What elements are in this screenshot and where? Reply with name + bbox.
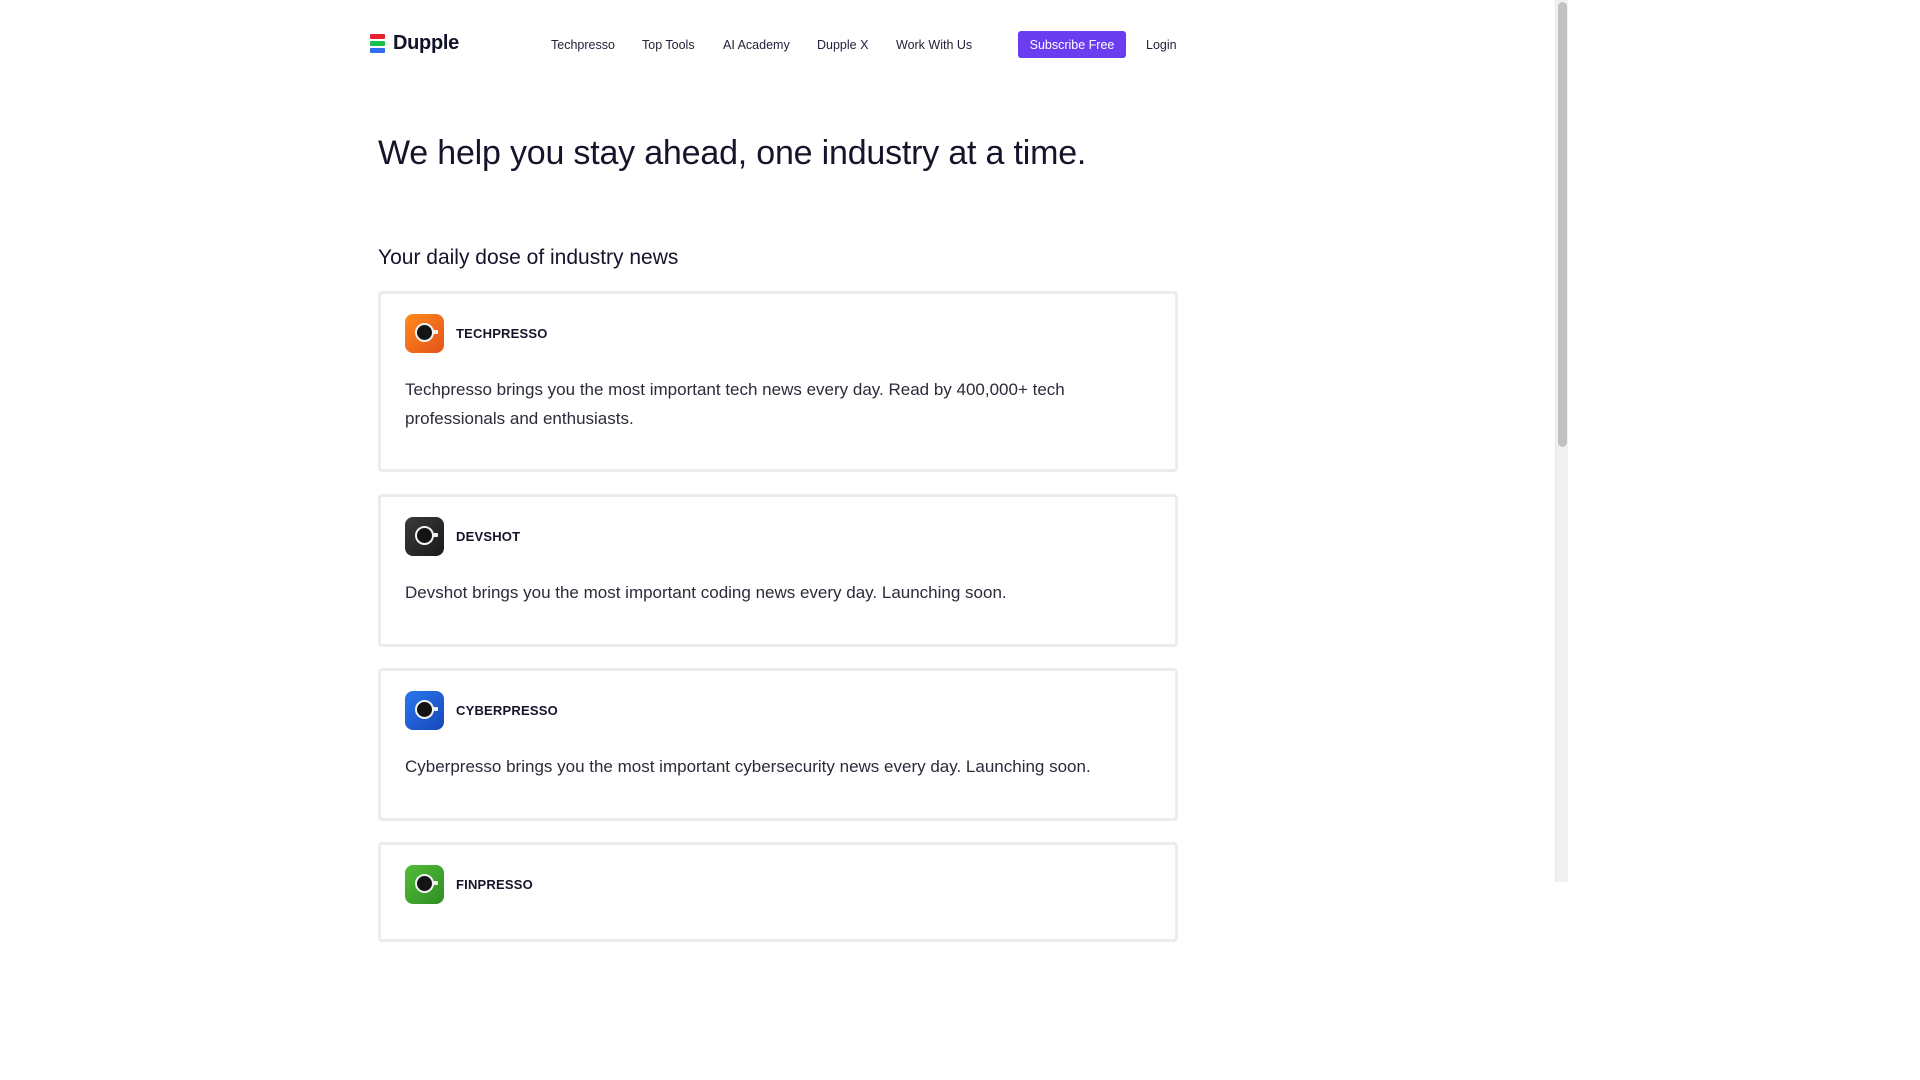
coffee-cup-icon [405,865,444,904]
site-header: Dupple Techpresso Top Tools AI Academy D… [0,0,1555,90]
logo-text: Dupple [393,32,459,54]
coffee-cup-icon [405,314,444,353]
dupple-logo-icon [370,33,385,54]
logo-bar-red [370,33,385,39]
newsletter-description: Techpresso brings you the most important… [405,380,1065,428]
newsletter-description: Devshot brings you the most important co… [405,583,1007,602]
logo[interactable]: Dupple [370,32,459,55]
nav-item-work-with-us[interactable]: Work With Us [896,37,972,53]
page: Dupple Techpresso Top Tools AI Academy D… [0,0,1568,942]
subscribe-button[interactable]: Subscribe Free [1018,31,1126,58]
logo-bar-green [370,40,385,46]
nav-item-top-tools[interactable]: Top Tools [642,37,695,53]
newsletter-name: TECHPRESSO [456,326,548,341]
hero-title: We help you stay ahead, one industry at … [378,134,1087,172]
nav-item-dupple-x[interactable]: Dupple X [817,37,868,53]
nav-item-ai-academy[interactable]: AI Academy [723,37,790,53]
newsletter-name: CYBERPRESSO [456,703,558,718]
coffee-cup-icon [405,517,444,556]
card-header: FINPRESSO [405,865,533,904]
newsletter-name: DEVSHOT [456,529,521,544]
newsletter-card-cyberpresso[interactable]: CYBERPRESSO Cyberpresso brings you the m… [378,668,1178,821]
coffee-cup-icon [405,691,444,730]
section-title: Your daily dose of industry news [378,246,679,269]
logo-bar-blue [370,47,385,53]
newsletter-card-devshot[interactable]: DEVSHOT Devshot brings you the most impo… [378,494,1178,647]
card-header: DEVSHOT [405,517,520,556]
newsletter-name: FINPRESSO [456,877,533,892]
newsletter-card-techpresso[interactable]: TECHPRESSO Techpresso brings you the mos… [378,291,1178,472]
scrollbar[interactable] [1555,0,1568,882]
login-link[interactable]: Login [1146,37,1177,53]
card-header: CYBERPRESSO [405,691,558,730]
scrollbar-thumb[interactable] [1558,2,1567,447]
newsletter-description: Cyberpresso brings you the most importan… [405,757,1091,776]
card-header: TECHPRESSO [405,314,548,353]
nav-item-techpresso[interactable]: Techpresso [551,37,615,53]
newsletter-card-finpresso[interactable]: FINPRESSO [378,842,1178,942]
